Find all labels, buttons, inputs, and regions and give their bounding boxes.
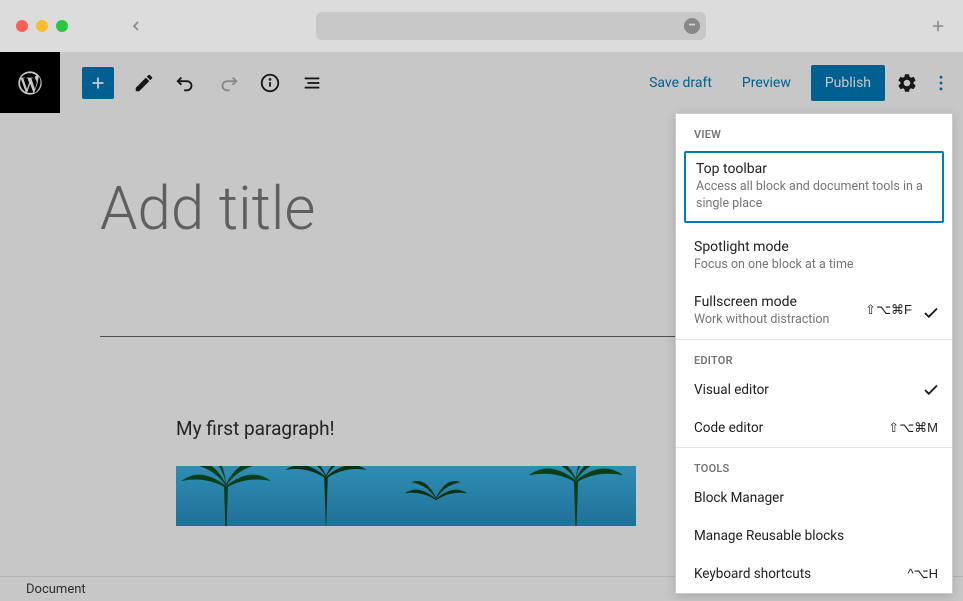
breadcrumb-item[interactable]: Document bbox=[26, 582, 86, 597]
menu-item-title: Visual editor bbox=[694, 382, 769, 398]
menu-item-block-manager[interactable]: Block Manager bbox=[676, 479, 952, 517]
url-bar[interactable]: ••• bbox=[316, 12, 706, 40]
new-tab-button[interactable] bbox=[929, 17, 947, 35]
toolbar-left-group bbox=[82, 67, 324, 99]
info-icon[interactable] bbox=[258, 71, 282, 95]
browser-chrome: ••• bbox=[0, 0, 963, 52]
menu-item-fullscreen-mode[interactable]: Fullscreen mode Work without distraction… bbox=[676, 284, 952, 339]
preview-button[interactable]: Preview bbox=[732, 67, 801, 99]
add-block-button[interactable] bbox=[82, 67, 114, 99]
menu-item-code-editor[interactable]: Code editor ⇧⌥⌘M bbox=[676, 409, 952, 447]
menu-item-shortcut: ⇧⌥⌘M bbox=[888, 420, 938, 436]
maximize-window-button[interactable] bbox=[56, 20, 68, 32]
dropdown-section-editor: EDITOR bbox=[676, 340, 952, 371]
menu-item-visual-editor[interactable]: Visual editor bbox=[676, 371, 952, 409]
redo-button[interactable] bbox=[216, 71, 240, 95]
minimize-window-button[interactable] bbox=[36, 20, 48, 32]
url-menu-icon[interactable]: ••• bbox=[684, 18, 700, 34]
menu-item-keyboard-shortcuts[interactable]: Keyboard shortcuts ^⌥H bbox=[676, 555, 952, 593]
menu-item-title: Spotlight mode bbox=[694, 239, 934, 255]
dropdown-section-tools: TOOLS bbox=[676, 448, 952, 479]
menu-item-desc: Focus on one block at a time bbox=[694, 257, 934, 274]
menu-item-shortcut: ^⌥H bbox=[908, 566, 938, 582]
menu-item-title: Code editor bbox=[694, 420, 763, 436]
close-window-button[interactable] bbox=[16, 20, 28, 32]
menu-item-title: Top toolbar bbox=[696, 161, 932, 177]
menu-item-desc: Access all block and document tools in a… bbox=[696, 179, 932, 213]
check-icon bbox=[922, 381, 940, 399]
dropdown-section-view: VIEW bbox=[676, 114, 952, 145]
save-draft-button[interactable]: Save draft bbox=[639, 67, 722, 99]
undo-button[interactable] bbox=[174, 71, 198, 95]
menu-item-manage-reusable-blocks[interactable]: Manage Reusable blocks bbox=[676, 517, 952, 555]
check-icon bbox=[922, 304, 940, 322]
menu-item-title: Manage Reusable blocks bbox=[694, 528, 844, 544]
menu-item-top-toolbar[interactable]: Top toolbar Access all block and documen… bbox=[684, 151, 944, 223]
outline-icon[interactable] bbox=[300, 71, 324, 95]
settings-icon[interactable] bbox=[895, 71, 919, 95]
menu-item-shortcut: ⇧⌥⌘F bbox=[865, 302, 912, 318]
options-dropdown: VIEW Top toolbar Access all block and do… bbox=[675, 113, 953, 594]
wordpress-logo[interactable] bbox=[0, 52, 60, 113]
publish-button[interactable]: Publish bbox=[811, 65, 885, 101]
menu-item-title: Keyboard shortcuts bbox=[694, 566, 811, 582]
toolbar-right-group: Save draft Preview Publish bbox=[639, 65, 953, 101]
menu-item-title: Block Manager bbox=[694, 490, 784, 506]
traffic-lights bbox=[16, 20, 68, 32]
menu-item-spotlight-mode[interactable]: Spotlight mode Focus on one block at a t… bbox=[676, 229, 952, 284]
image-block[interactable] bbox=[176, 466, 636, 526]
edit-icon[interactable] bbox=[132, 71, 156, 95]
editor-toolbar: Save draft Preview Publish bbox=[0, 52, 963, 113]
more-options-button[interactable] bbox=[929, 71, 953, 95]
browser-back-button[interactable] bbox=[128, 18, 144, 34]
